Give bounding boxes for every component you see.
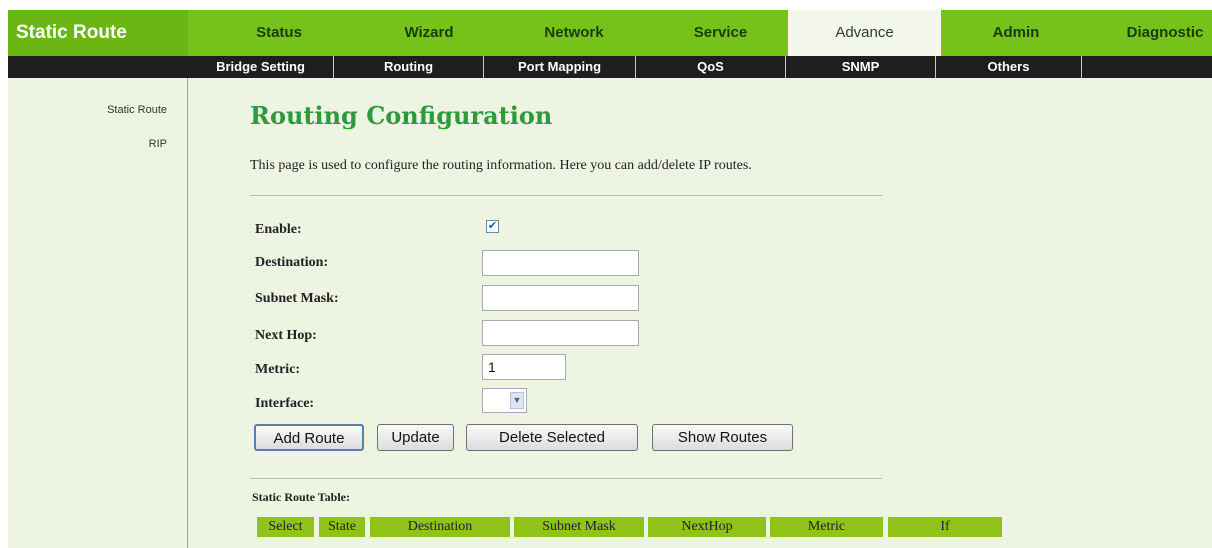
table-header-subnet-mask: Subnet Mask: [514, 517, 644, 537]
page-brand-title: Static Route: [8, 10, 188, 56]
sub-navigation-bar: Bridge Setting Routing Port Mapping QoS …: [8, 56, 1212, 78]
table-header-nexthop: NextHop: [648, 517, 766, 537]
update-button[interactable]: Update: [377, 424, 454, 451]
metric-label: Metric:: [255, 362, 301, 377]
subnav-bridge-setting[interactable]: Bridge Setting: [188, 56, 334, 78]
tab-wizard[interactable]: Wizard: [354, 10, 504, 56]
tab-admin[interactable]: Admin: [941, 10, 1091, 56]
enable-label: Enable:: [255, 222, 302, 237]
tab-status[interactable]: Status: [204, 10, 354, 56]
chevron-down-icon[interactable]: ▼: [510, 392, 524, 409]
divider: [250, 478, 882, 479]
table-header-if: If: [888, 517, 1002, 537]
interface-select[interactable]: ▼: [482, 388, 527, 413]
sidebar-item-rip[interactable]: RIP: [149, 138, 167, 150]
destination-input[interactable]: [482, 250, 639, 276]
subnet-mask-input[interactable]: [482, 285, 639, 311]
subnav-snmp[interactable]: SNMP: [786, 56, 936, 78]
top-navigation-bar: Static Route Status Wizard Network Servi…: [8, 10, 1212, 56]
show-routes-button[interactable]: Show Routes: [652, 424, 793, 451]
table-header-metric: Metric: [770, 517, 883, 537]
subnav-routing[interactable]: Routing: [334, 56, 484, 78]
interface-label: Interface:: [255, 396, 315, 411]
delete-selected-button[interactable]: Delete Selected: [466, 424, 638, 451]
subnav-port-mapping[interactable]: Port Mapping: [484, 56, 636, 78]
divider: [250, 195, 882, 196]
next-hop-input[interactable]: [482, 320, 639, 346]
static-route-table-label: Static Route Table:: [252, 490, 351, 504]
sidebar-item-static-route[interactable]: Static Route: [107, 104, 167, 116]
tab-network[interactable]: Network: [494, 10, 654, 56]
subnav-qos[interactable]: QoS: [636, 56, 786, 78]
subnav-others[interactable]: Others: [936, 56, 1082, 78]
tab-diagnostic[interactable]: Diagnostic: [1118, 10, 1212, 56]
table-header-destination: Destination: [370, 517, 510, 537]
left-sidebar: Static Route RIP: [8, 78, 188, 548]
enable-checkbox[interactable]: ✔: [486, 220, 499, 233]
subnet-mask-label: Subnet Mask:: [255, 291, 339, 306]
add-route-button[interactable]: Add Route: [254, 424, 364, 451]
table-header-select: Select: [257, 517, 314, 537]
tab-service[interactable]: Service: [648, 10, 793, 56]
page-description: This page is used to configure the routi…: [250, 158, 752, 173]
page-title: Routing Configuration: [250, 101, 553, 130]
destination-label: Destination:: [255, 255, 329, 270]
next-hop-label: Next Hop:: [255, 328, 317, 343]
table-header-state: State: [319, 517, 365, 537]
metric-input[interactable]: 1: [482, 354, 566, 380]
tab-advance[interactable]: Advance: [788, 10, 941, 56]
